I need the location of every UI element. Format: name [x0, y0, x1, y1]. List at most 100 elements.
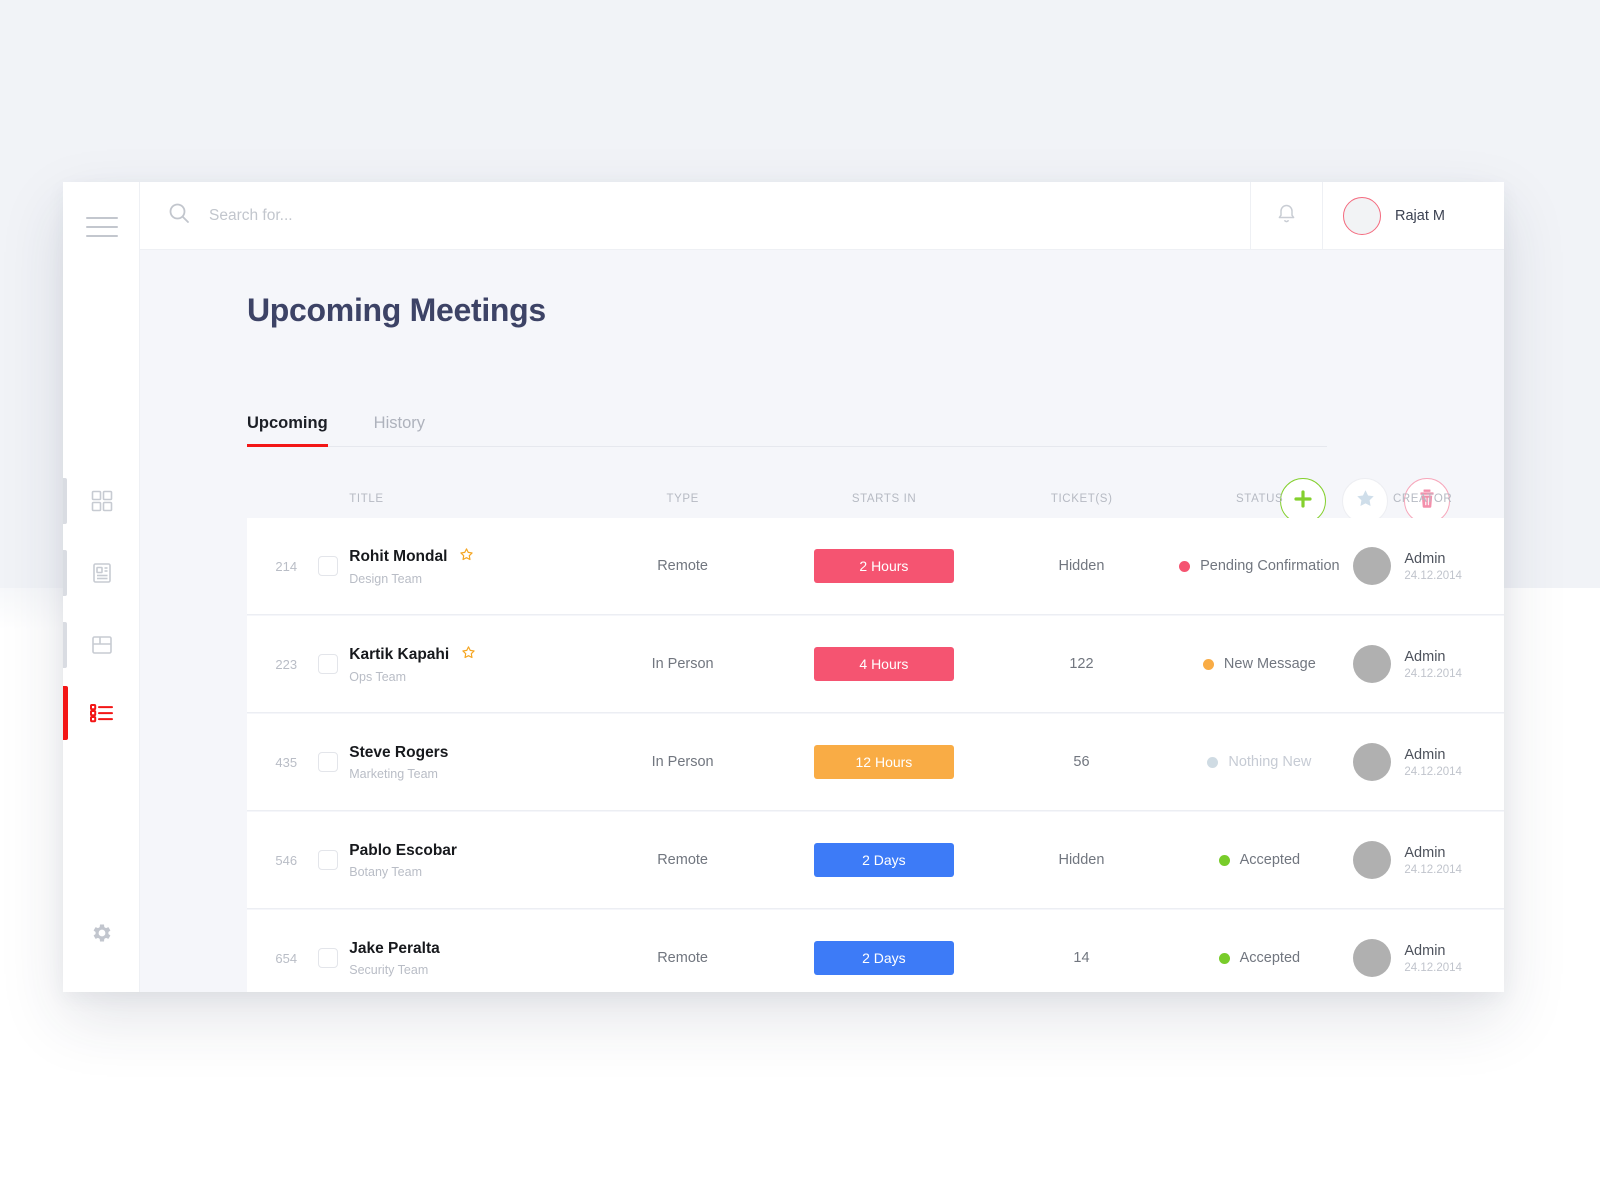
row-name: Kartik Kapahi [349, 646, 449, 664]
row-checkbox[interactable] [318, 850, 338, 870]
avatar [1353, 743, 1391, 781]
creator-date: 24.12.2014 [1404, 766, 1462, 778]
row-name: Pablo Escobar [349, 842, 457, 860]
status-label: Accepted [1240, 950, 1300, 966]
sidebar-item-settings[interactable] [63, 910, 140, 960]
row-type: Remote [589, 950, 776, 966]
search-area [140, 182, 1250, 249]
row-name: Steve Rogers [349, 744, 448, 762]
notifications-button[interactable] [1250, 182, 1322, 249]
row-creator-cell: Admin24.12.2014 [1347, 939, 1497, 977]
row-tickets: 14 [992, 950, 1172, 966]
table-row[interactable]: 654 Jake Peralta Security TeamRemote2 Days… [247, 910, 1504, 992]
row-checkbox[interactable] [318, 556, 338, 576]
hamburger-bar [86, 226, 118, 228]
row-creator-cell: Admin 24.12.2014 [1347, 743, 1497, 781]
sidebar-item-layout[interactable] [63, 614, 140, 676]
row-tickets: Hidden [992, 558, 1172, 574]
row-title-cell: Steve RogersMarketing Team [345, 744, 589, 781]
row-title-cell: Jake Peralta Security Team [345, 940, 589, 977]
row-id: 546 [261, 853, 312, 868]
status-dot-icon [1207, 757, 1218, 768]
bell-icon [1276, 202, 1297, 229]
row-title-cell: Rohit MondalDesign Team [345, 547, 589, 586]
row-menu-button[interactable] [1498, 749, 1504, 776]
tabs: Upcoming History [247, 414, 1327, 447]
row-menu-button[interactable] [1498, 945, 1504, 972]
row-checkbox[interactable] [318, 752, 338, 772]
table-row[interactable]: 435 Steve RogersMarketing TeamIn Person 12… [247, 714, 1504, 810]
layout-icon [90, 633, 114, 657]
table-header-row: TITLE TYPE STARTS IN TICKET(S) STATUS CR… [247, 480, 1504, 518]
row-name: Rohit Mondal [349, 548, 447, 566]
search-input[interactable] [209, 207, 809, 225]
row-checkbox-cell [312, 654, 346, 674]
row-team: Ops Team [349, 670, 589, 684]
creator-date: 24.12.2014 [1404, 668, 1462, 680]
status-dot-icon [1219, 953, 1230, 964]
avatar [1353, 841, 1391, 879]
status-dot-icon [1203, 659, 1214, 670]
row-menu-button[interactable] [1498, 847, 1504, 874]
star-icon[interactable] [461, 645, 476, 665]
row-type: In Person [589, 754, 776, 770]
creator-name: Admin [1404, 845, 1462, 861]
row-name: Jake Peralta [349, 940, 440, 958]
row-type: Remote [589, 558, 776, 574]
row-team: Security Team [349, 963, 589, 977]
row-checkbox[interactable] [318, 948, 338, 968]
row-type: In Person [589, 656, 776, 672]
status-badge: Accepted [1171, 950, 1347, 966]
gear-icon [90, 921, 114, 950]
hamburger-bar [86, 235, 118, 237]
status-dot-icon [1179, 561, 1190, 572]
row-menu-button[interactable] [1498, 553, 1504, 580]
row-id: 214 [261, 559, 312, 574]
user-menu[interactable]: Rajat M [1322, 182, 1504, 249]
app-window: Rajat M Upcoming Meetings [63, 182, 1504, 992]
column-header-creator: CREATOR [1348, 493, 1498, 505]
row-menu-button[interactable] [1498, 651, 1504, 678]
creator-name: Admin [1404, 747, 1462, 763]
search-icon[interactable] [168, 202, 190, 229]
row-creator-cell: Admin24.12.2014 [1347, 645, 1497, 683]
table-body: 214Rohit MondalDesign TeamRemote2 HoursH… [247, 518, 1504, 992]
status-badge: Accepted [1171, 852, 1347, 868]
row-id: 435 [261, 755, 312, 770]
row-tickets: 56 [992, 754, 1172, 770]
row-id: 654 [261, 951, 312, 966]
column-header-status: STATUS [1172, 493, 1348, 505]
starts-in-badge: 4 Hours [814, 647, 954, 681]
status-badge: Pending Confirmation [1171, 558, 1347, 574]
row-id: 223 [261, 657, 312, 672]
sidebar-item-documents[interactable] [63, 542, 140, 604]
tab-upcoming[interactable]: Upcoming [247, 414, 328, 446]
status-badge: Nothing New [1171, 754, 1347, 770]
table-row[interactable]: 546Pablo EscobarBotany TeamRemote2 DaysH… [247, 812, 1504, 908]
row-checkbox-cell [312, 850, 346, 870]
hamburger-menu-icon[interactable] [86, 217, 118, 239]
table-row[interactable]: 214 Rohit MondalDesign TeamRemote2 HoursH… [247, 518, 1504, 614]
status-badge: New Message [1171, 656, 1347, 672]
row-checkbox[interactable] [318, 654, 338, 674]
row-starts-in-cell: 2 Days [776, 941, 991, 975]
row-team: Botany Team [349, 865, 589, 879]
star-icon[interactable] [459, 547, 474, 567]
row-creator-cell: Admin24.12.2014 [1347, 547, 1497, 585]
row-title-cell: Kartik Kapahi Ops Team [345, 645, 589, 684]
row-tickets: Hidden [992, 852, 1172, 868]
hamburger-bar [86, 217, 118, 219]
row-starts-in-cell: 4 Hours [776, 647, 991, 681]
avatar [1353, 547, 1391, 585]
sidebar-indicator [63, 478, 67, 524]
status-label: Nothing New [1228, 754, 1311, 770]
sidebar-item-meetings[interactable] [63, 682, 140, 744]
column-header-tickets: TICKET(S) [992, 493, 1172, 505]
tab-history[interactable]: History [374, 414, 425, 446]
table-row[interactable]: 223 Kartik Kapahi Ops TeamIn Person 4 Hours… [247, 616, 1504, 712]
starts-in-badge: 12 Hours [814, 745, 954, 779]
creator-date: 24.12.2014 [1404, 570, 1462, 582]
sidebar-item-dashboard[interactable] [63, 470, 140, 532]
row-starts-in-cell: 2 Hours [776, 549, 991, 583]
sidebar [63, 182, 140, 992]
